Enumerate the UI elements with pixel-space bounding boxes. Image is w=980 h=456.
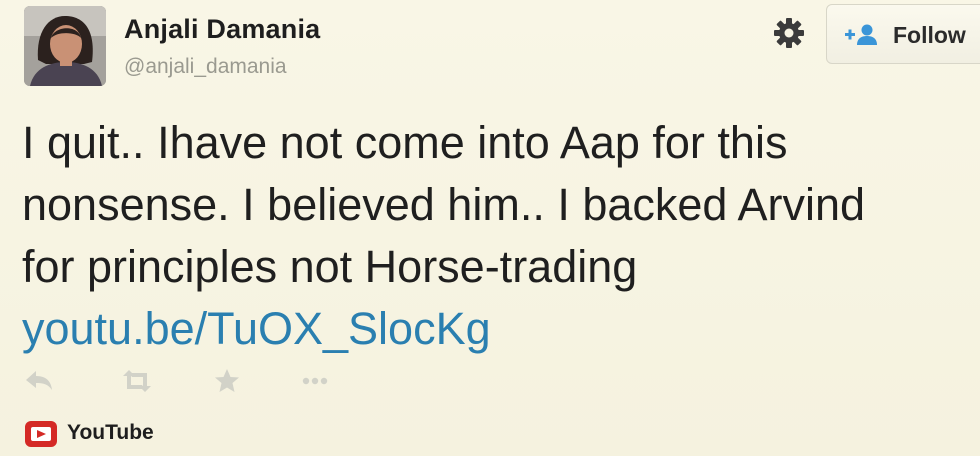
follow-button[interactable]: Follow bbox=[826, 4, 980, 64]
reply-icon[interactable] bbox=[22, 366, 56, 396]
display-name[interactable]: Anjali Damania bbox=[124, 14, 320, 45]
retweet-icon[interactable] bbox=[120, 366, 154, 396]
follow-label: Follow bbox=[893, 22, 966, 48]
tweet-text: I quit.. Ihave not come into Aap for thi… bbox=[22, 112, 962, 360]
tweet-link[interactable]: youtu.be/TuOX_SlocKg bbox=[22, 298, 962, 360]
card-source-label[interactable]: YouTube bbox=[67, 421, 154, 445]
user-handle[interactable]: @anjali_damania bbox=[124, 55, 287, 79]
add-user-icon bbox=[845, 23, 879, 47]
more-icon[interactable] bbox=[298, 366, 332, 396]
youtube-icon[interactable] bbox=[24, 419, 58, 449]
tweet-card: Anjali Damania @anjali_damania Follow I … bbox=[0, 0, 980, 456]
tweet-line: for principles not Horse-trading bbox=[22, 241, 638, 292]
tweet-line: I quit.. Ihave not come into Aap for thi… bbox=[22, 117, 788, 168]
avatar-image bbox=[24, 6, 106, 86]
tweet-line: nonsense. I believed him.. I backed Arvi… bbox=[22, 179, 866, 230]
avatar[interactable] bbox=[24, 6, 106, 86]
gear-icon[interactable] bbox=[772, 16, 806, 50]
favorite-icon[interactable] bbox=[210, 366, 244, 396]
